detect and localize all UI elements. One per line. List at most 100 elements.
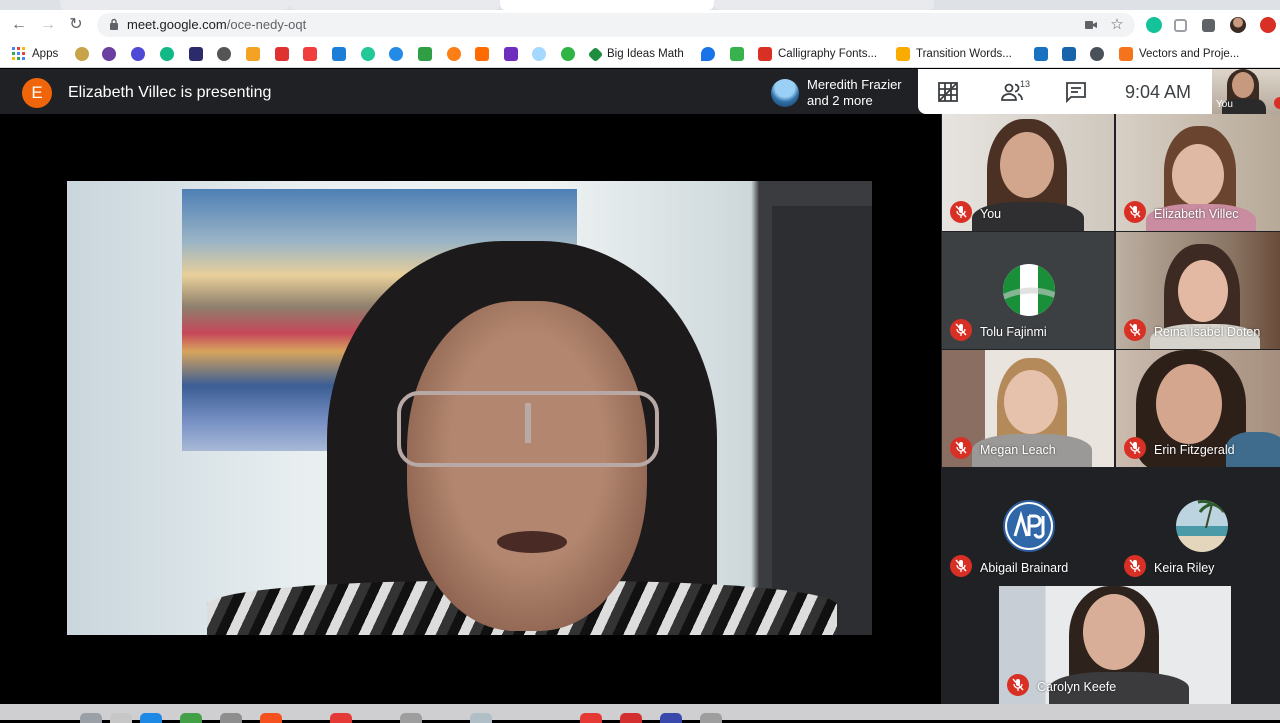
dock-app-icon[interactable] (80, 713, 102, 723)
participant-face (1172, 144, 1224, 206)
bookmark-big-ideas-label: Big Ideas Math (607, 48, 684, 60)
bookmark-icon-red[interactable] (275, 47, 289, 61)
participant-tile[interactable]: Abigail Brainard (942, 468, 1114, 585)
participant-face (1004, 370, 1058, 434)
self-face (1232, 72, 1254, 98)
presenter-avatar: E (22, 78, 52, 108)
participant-name: Carolyn Keefe (1037, 680, 1117, 694)
self-view-label: You (1216, 99, 1233, 110)
forward-icon[interactable]: → (38, 15, 58, 35)
participant-tile[interactable]: Keira Riley (1116, 468, 1280, 585)
bookmark-vectors-label: Vectors and Proje... (1139, 48, 1240, 60)
bookmark-icon-pin[interactable] (701, 47, 715, 61)
bookmark-icon-book[interactable] (1034, 47, 1048, 61)
camera-icon[interactable] (1083, 17, 1099, 33)
bookmark-icon-purple[interactable] (102, 47, 116, 61)
bookmark-icon-navy[interactable] (189, 47, 203, 61)
bookmark-big-ideas-math[interactable]: Big Ideas Math (587, 45, 684, 63)
tab-active[interactable] (500, 0, 714, 10)
tab-4[interactable] (714, 0, 934, 10)
participant-tile[interactable]: Reina Isabel Doten (1116, 232, 1280, 349)
bookmark-icon-red2[interactable] (303, 47, 317, 61)
mic-off-icon (1124, 201, 1146, 223)
bookmark-icon-circle[interactable] (532, 47, 546, 61)
bookmark-vectors[interactable]: Vectors and Proje... (1119, 45, 1239, 63)
dock-app-icon[interactable] (470, 713, 492, 723)
reload-icon[interactable]: ↻ (66, 15, 86, 35)
dock-app-icon[interactable] (400, 713, 422, 723)
bookmark-big-ideas-icon (587, 46, 604, 62)
participant-tile[interactable]: You (942, 114, 1114, 231)
participant-face (1156, 364, 1222, 444)
participant-tile[interactable]: Erin Fitzgerald (1116, 350, 1280, 467)
tab-1[interactable] (60, 0, 290, 10)
dock-app-icon[interactable] (110, 713, 132, 723)
dock-app-icon[interactable] (660, 713, 682, 723)
update-icon[interactable] (1260, 17, 1276, 33)
bookmark-icon-star[interactable] (447, 47, 461, 61)
bookmark-icon-sheet[interactable] (418, 47, 432, 61)
tab-2[interactable] (290, 0, 500, 10)
participant-name: Reina Isabel Doten (1154, 325, 1261, 339)
bookmark-icon-seal[interactable] (75, 47, 89, 61)
bookmark-icon-owl[interactable] (217, 47, 231, 61)
dock-app-icon[interactable] (700, 713, 722, 723)
layout-grid-icon[interactable] (936, 80, 960, 104)
dock-app-icon[interactable] (580, 713, 602, 723)
dock-app-icon[interactable] (140, 713, 162, 723)
bookmark-icon-plus[interactable] (561, 47, 575, 61)
bookmark-icon-quizlet[interactable] (131, 47, 145, 61)
browser-toolbar: ← → ↻ meet.google.com/oce-nedy-oqt ☆ (0, 10, 1280, 40)
bookmark-calligraphy-icon (758, 47, 772, 61)
participant-tile[interactable]: Carolyn Keefe (999, 586, 1231, 704)
bookmark-calligraphy-label: Calligraphy Fonts... (778, 48, 878, 60)
participant-tile[interactable]: Elizabeth Villec (1116, 114, 1280, 231)
participant-name: You (980, 207, 1002, 221)
bookmark-icon-infinity[interactable] (389, 47, 403, 61)
dock-app-icon[interactable] (330, 713, 352, 723)
star-icon[interactable]: ☆ (1109, 17, 1125, 33)
bookmark-icon-gmail[interactable] (332, 47, 346, 61)
participant-face (1178, 260, 1228, 322)
dock-app-icon[interactable] (260, 713, 282, 723)
monogram-avatar (1003, 500, 1055, 552)
bookmark-icon-teal[interactable] (361, 47, 375, 61)
bookmark-icon-orange[interactable] (246, 47, 260, 61)
meeting-clock: 9:04 AM (1125, 82, 1192, 102)
profile-avatar[interactable] (1230, 17, 1246, 33)
speaker-avatar (771, 79, 799, 107)
bookmark-icon-globe[interactable] (1090, 47, 1104, 61)
dock-app-icon[interactable] (620, 713, 642, 723)
grammarly-icon[interactable] (1146, 17, 1162, 33)
bookmark-icon-frog[interactable] (730, 47, 744, 61)
chat-icon[interactable] (1064, 80, 1088, 104)
bookmark-transition-icon (896, 47, 910, 61)
grid-extension-icon[interactable] (1174, 19, 1187, 32)
mic-off-icon (1124, 555, 1146, 577)
participant-name: Megan Leach (980, 443, 1056, 457)
bookmark-icon-yahoo[interactable] (504, 47, 518, 61)
dock-app-icon[interactable] (180, 713, 202, 723)
participant-name: Erin Fitzgerald (1154, 443, 1235, 457)
bookmark-icon-tag[interactable] (475, 47, 489, 61)
nigeria-flag-avatar (1003, 264, 1055, 316)
active-speaker-card[interactable]: Meredith Frazier and 2 more (765, 72, 918, 114)
bookmark-transition-words[interactable]: Transition Words... (896, 45, 1012, 63)
tab-strip (0, 0, 1280, 10)
bookmark-icon-contact[interactable] (1062, 47, 1076, 61)
presenter-video[interactable] (67, 181, 872, 635)
url-host: meet.google.com (127, 17, 227, 32)
self-view-thumbnail[interactable]: You (1212, 69, 1280, 114)
bookmark-icon-grammarly[interactable] (160, 47, 174, 61)
participant-tile[interactable]: Tolu Fajinmi (942, 232, 1114, 349)
lock-icon (110, 18, 118, 30)
bookmark-apps[interactable]: Apps (12, 45, 58, 63)
participant-name: Tolu Fajinmi (980, 325, 1047, 339)
participant-count: 13 (1020, 79, 1031, 89)
address-bar[interactable]: meet.google.com/oce-nedy-oqt ☆ (97, 13, 1135, 37)
bookmark-calligraphy[interactable]: Calligraphy Fonts... (758, 45, 877, 63)
participant-tile[interactable]: Megan Leach (942, 350, 1114, 467)
dock-app-icon[interactable] (220, 713, 242, 723)
extensions-puzzle-icon[interactable] (1202, 19, 1215, 32)
back-icon[interactable]: ← (9, 15, 29, 35)
